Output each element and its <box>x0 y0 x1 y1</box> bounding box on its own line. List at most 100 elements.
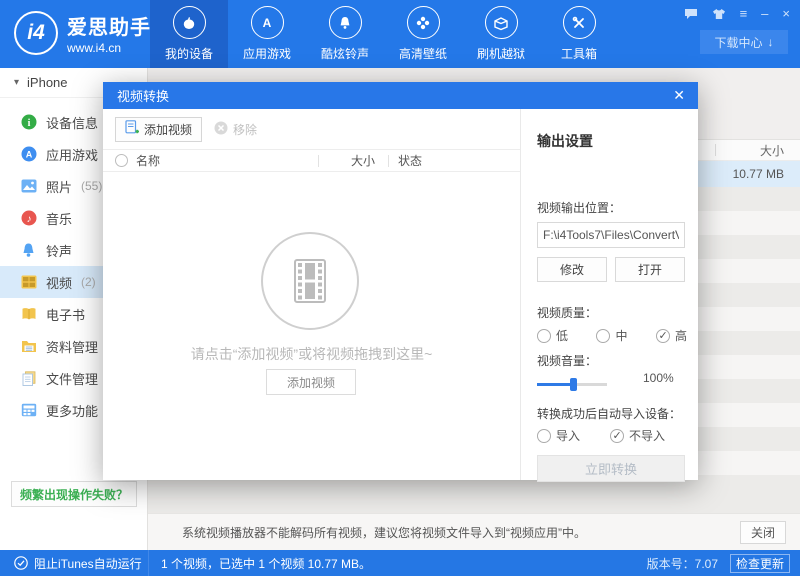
nav-tab-label: 刷机越狱 <box>477 45 525 62</box>
empty-hint-text: 请点击“添加视频”或将视频拖拽到这里~ <box>103 344 520 364</box>
convert-list-header: 名称 大小 状态 <box>103 149 520 172</box>
close-window-icon[interactable]: × <box>782 6 790 22</box>
remove-video-button[interactable]: 移除 <box>214 121 257 138</box>
dialog-close-icon[interactable]: ✕ <box>669 87 689 104</box>
quality-label: 视频质量： <box>537 304 597 321</box>
app-window: i4 爱思助手 www.i4.cn 我的设备 A 应用游戏 <box>0 0 800 576</box>
nav-tab-my-device[interactable]: 我的设备 <box>150 0 228 68</box>
import-no-label: 不导入 <box>629 427 665 444</box>
bell-icon <box>329 6 362 39</box>
notice-close-label: 关闭 <box>751 524 775 541</box>
box-icon <box>485 6 518 39</box>
volume-label: 视频音量： <box>537 352 597 369</box>
app-url: www.i4.cn <box>67 41 151 55</box>
svg-text:i: i <box>27 118 30 129</box>
selection-summary: 1 个视频，已选中 1 个视频 10.77 MB。 <box>161 555 647 572</box>
open-path-button[interactable]: 打开 <box>615 257 685 282</box>
modify-path-button[interactable]: 修改 <box>537 257 607 282</box>
nav-tab-app-games[interactable]: A 应用游戏 <box>228 0 306 68</box>
skin-icon[interactable] <box>712 8 726 20</box>
volume-slider[interactable] <box>537 377 633 391</box>
output-location-label: 视频输出位置： <box>537 199 621 216</box>
import-yes-label: 导入 <box>556 427 580 444</box>
minimize-icon[interactable]: – <box>761 6 768 22</box>
quality-mid-radio[interactable]: 中 <box>596 327 627 344</box>
output-settings-panel: 输出设置 视频输出位置： 修改 打开 视频质量： 低 中 <box>520 109 698 480</box>
block-itunes-toggle[interactable]: 阻止iTunes自动运行 <box>0 555 148 572</box>
nav-tab-jailbreak[interactable]: 刷机越狱 <box>462 0 540 68</box>
check-update-label: 检查更新 <box>736 555 784 572</box>
top-bar: i4 爱思助手 www.i4.cn 我的设备 A 应用游戏 <box>0 0 800 68</box>
sidebar-item-label: 视频 <box>46 273 72 292</box>
tools-icon <box>563 6 596 39</box>
size-column-header[interactable]: 大小 <box>760 142 784 159</box>
status-column-header[interactable]: 状态 <box>398 152 422 169</box>
notice-bar: 系统视频播放器不能解码所有视频，建议您将视频文件导入到“视频应用”中。 关闭 <box>148 513 800 550</box>
modify-label: 修改 <box>560 261 584 278</box>
sidebar-item-count: (55) <box>81 179 102 193</box>
video-convert-dialog: 视频转换 ✕ 添加视频 移除 名称 大小 状态 <box>103 82 698 480</box>
slider-handle[interactable] <box>570 378 577 391</box>
dialog-toolbar: 添加视频 移除 <box>103 109 520 149</box>
import-no-radio[interactable]: 不导入 <box>610 427 665 444</box>
main-nav: 我的设备 A 应用游戏 酷炫铃声 高清壁纸 <box>150 0 618 68</box>
add-file-icon <box>125 120 139 138</box>
slider-empty-track <box>577 383 607 386</box>
size-column-header[interactable]: 大小 <box>351 152 375 169</box>
sidebar-item-label: 资料管理 <box>46 337 98 356</box>
svg-text:A: A <box>263 16 272 30</box>
version-label: 版本号：7.07 <box>647 555 718 572</box>
output-path-input[interactable] <box>537 222 685 248</box>
remove-circle-icon <box>214 121 228 138</box>
column-divider <box>715 144 716 156</box>
nav-tab-ringtones[interactable]: 酷炫铃声 <box>306 0 384 68</box>
add-video-toolbar-button[interactable]: 添加视频 <box>115 117 202 142</box>
app-store-icon: A <box>251 6 284 39</box>
sidebar-item-label: 音乐 <box>46 209 72 228</box>
flower-icon <box>407 6 440 39</box>
select-all-checkbox[interactable] <box>115 154 128 167</box>
music-icon: ♪ <box>20 210 37 227</box>
quality-low-radio[interactable]: 低 <box>537 327 568 344</box>
nav-tab-toolbox[interactable]: 工具箱 <box>540 0 618 68</box>
sidebar-item-label: 设备信息 <box>46 113 98 132</box>
convert-now-button[interactable]: 立即转换 <box>537 455 685 482</box>
output-settings-title: 输出设置 <box>537 131 593 151</box>
volume-value: 100% <box>643 371 674 385</box>
device-info-icon: i <box>20 114 37 131</box>
menu-icon[interactable]: ≡ <box>740 6 748 22</box>
operation-failure-help-button[interactable]: 频繁出现操作失败？ <box>11 481 137 507</box>
notice-close-button[interactable]: 关闭 <box>740 521 786 544</box>
feedback-icon[interactable] <box>684 8 698 20</box>
photos-icon <box>20 178 37 195</box>
film-strip-icon <box>261 232 359 330</box>
ringtone-bell-icon <box>20 242 37 259</box>
dialog-titlebar: 视频转换 ✕ <box>103 82 698 109</box>
sidebar-item-count: (2) <box>81 275 96 289</box>
radio-unchecked-icon <box>537 429 551 443</box>
add-video-button[interactable]: 添加视频 <box>266 369 356 395</box>
radio-checked-icon <box>656 329 670 343</box>
apple-icon <box>173 6 206 39</box>
device-name: iPhone <box>27 75 67 90</box>
radio-checked-icon <box>610 429 624 443</box>
quality-radio-group: 低 中 高 <box>537 327 687 344</box>
import-radio-group: 导入 不导入 <box>537 427 665 444</box>
nav-tab-wallpapers[interactable]: 高清壁纸 <box>384 0 462 68</box>
nav-tab-label: 酷炫铃声 <box>321 45 369 62</box>
name-column-header[interactable]: 名称 <box>136 152 160 169</box>
quality-low-label: 低 <box>556 327 568 344</box>
i4-logo-icon: i4 <box>14 11 58 55</box>
open-label: 打开 <box>638 261 662 278</box>
app-store-blue-icon: A <box>20 146 37 163</box>
download-center-button[interactable]: 下载中心 ↓ <box>700 30 788 54</box>
check-update-button[interactable]: 检查更新 <box>730 554 790 573</box>
quality-high-radio[interactable]: 高 <box>656 327 687 344</box>
statusbar-divider <box>148 550 149 576</box>
nav-tab-label: 应用游戏 <box>243 45 291 62</box>
remove-label: 移除 <box>233 121 257 138</box>
import-yes-radio[interactable]: 导入 <box>537 427 580 444</box>
nav-tab-label: 工具箱 <box>561 45 597 62</box>
add-video-label: 添加视频 <box>144 121 192 138</box>
sidebar-item-label: 应用游戏 <box>46 145 98 164</box>
